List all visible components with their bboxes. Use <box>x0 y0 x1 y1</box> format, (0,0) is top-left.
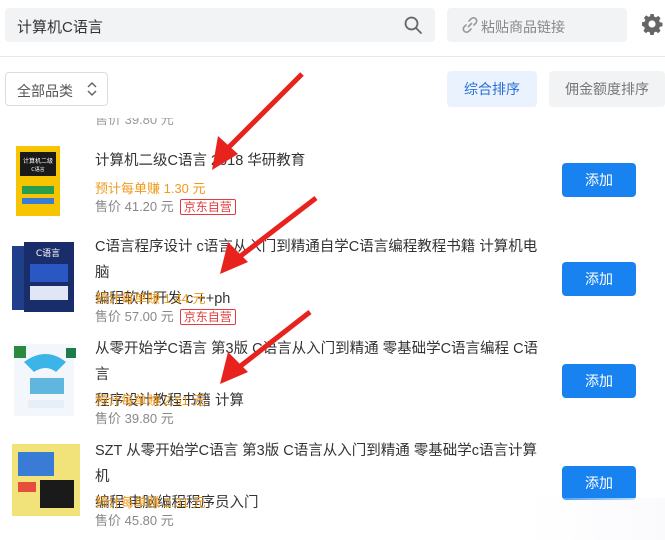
price-value: 售价 57.00 元 <box>95 309 174 324</box>
product-title-line: C语言程序设计 c语言从入门到精通自学C语言编程教程书籍 计算机电脑 <box>95 239 538 281</box>
product-title-line: 从零开始学C语言 第3版 C语言从入门到精通 零基础学C语言编程 C语言 <box>95 341 539 383</box>
product-list[interactable]: 售价 39.80 元 计算机二级 C语言 计算机二级C语言 2018 华研教育 … <box>0 118 665 540</box>
paste-link-button[interactable]: 粘贴商品链接 <box>447 8 627 42</box>
earn-text: 预计每单赚 2.51 元 <box>95 393 206 408</box>
product-image[interactable]: 计算机二级 C语言 <box>10 142 82 218</box>
category-label: 全部品类 <box>17 83 73 99</box>
jd-self-badge: 京东自营 <box>179 309 236 325</box>
gear-icon[interactable] <box>640 12 664 36</box>
add-button[interactable]: 添加 <box>562 364 636 398</box>
price-text: 售价 41.20 元京东自营 <box>95 196 236 215</box>
product-image[interactable] <box>10 442 82 518</box>
add-button[interactable]: 添加 <box>562 262 636 296</box>
search-query: 计算机C语言 <box>17 19 103 36</box>
earn-text: 预计每单赚 1.44 元 <box>95 291 206 306</box>
updown-icon <box>87 81 97 97</box>
price-value: 售价 39.80 元 <box>95 411 174 426</box>
product-title-line: SZT 从零开始学C语言 第3版 C语言从入门到精通 零基础学c语言计算机 <box>95 443 537 485</box>
jd-self-badge: 京东自营 <box>179 199 236 215</box>
product-title[interactable]: 计算机二级C语言 2018 华研教育 <box>95 148 540 174</box>
paste-link-label: 粘贴商品链接 <box>481 19 565 35</box>
price-text: 售价 57.00 元京东自营 <box>95 306 236 325</box>
svg-text:C语言: C语言 <box>36 247 60 259</box>
product-image[interactable]: C语言 <box>10 240 82 316</box>
earn-text: 预计每单赚 1.30 元 <box>95 181 206 196</box>
link-icon <box>462 17 478 33</box>
bottom-fade <box>525 498 665 540</box>
add-button[interactable]: 添加 <box>562 466 636 500</box>
price-text: 售价 39.80 元 <box>95 408 174 427</box>
price-value: 售价 45.80 元 <box>95 513 174 528</box>
search-input[interactable]: 计算机C语言 <box>5 8 435 42</box>
svg-text:C语言: C语言 <box>31 166 45 173</box>
sort-comprehensive-button[interactable]: 综合排序 <box>447 71 537 107</box>
price-value: 售价 41.20 元 <box>95 199 174 214</box>
filter-bar: 全部品类 综合排序 佣金额度排序 <box>0 56 665 119</box>
sort-commission-button[interactable]: 佣金额度排序 <box>549 71 665 107</box>
partial-row-text: 售价 39.80 元 <box>95 118 174 127</box>
price-text: 售价 45.80 元 <box>95 510 174 529</box>
search-icon[interactable] <box>403 15 423 35</box>
svg-text:计算机二级: 计算机二级 <box>23 157 53 165</box>
category-select[interactable]: 全部品类 <box>5 72 108 106</box>
add-button[interactable]: 添加 <box>562 163 636 197</box>
product-image[interactable] <box>10 342 82 418</box>
earn-text: 预计每单赚 2.31 元 <box>95 495 206 510</box>
top-bar: 计算机C语言 粘贴商品链接 <box>0 0 665 52</box>
